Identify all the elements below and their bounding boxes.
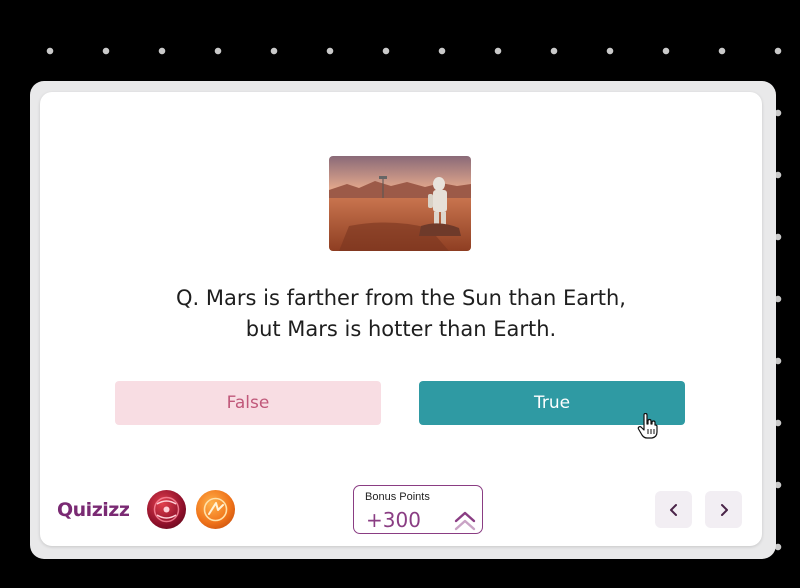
hand-pointer-icon: [637, 412, 659, 439]
question-image: [329, 156, 471, 251]
question-text: Q. Mars is farther from the Sun than Ear…: [40, 283, 762, 345]
svg-text:Quizizz: Quizizz: [57, 499, 129, 521]
question-line-2: but Mars is hotter than Earth.: [245, 317, 557, 341]
powerup-icon: [147, 490, 186, 529]
chevron-left-icon: [669, 503, 677, 516]
bonus-points-label: Bonus Points: [365, 491, 430, 503]
streak-powerup-icon: [196, 490, 235, 529]
false-answer-button[interactable]: False: [115, 381, 381, 425]
quizizz-logo: Quizizz: [57, 497, 130, 526]
previous-button[interactable]: [655, 491, 692, 528]
bonus-points-value: +300: [366, 508, 421, 532]
double-chevron-up-icon: [452, 508, 478, 534]
question-line-1: Q. Mars is farther from the Sun than Ear…: [176, 286, 626, 310]
chevron-right-icon: [720, 503, 728, 516]
bonus-points-box: Bonus Points +300: [353, 485, 483, 534]
next-button[interactable]: [705, 491, 742, 528]
